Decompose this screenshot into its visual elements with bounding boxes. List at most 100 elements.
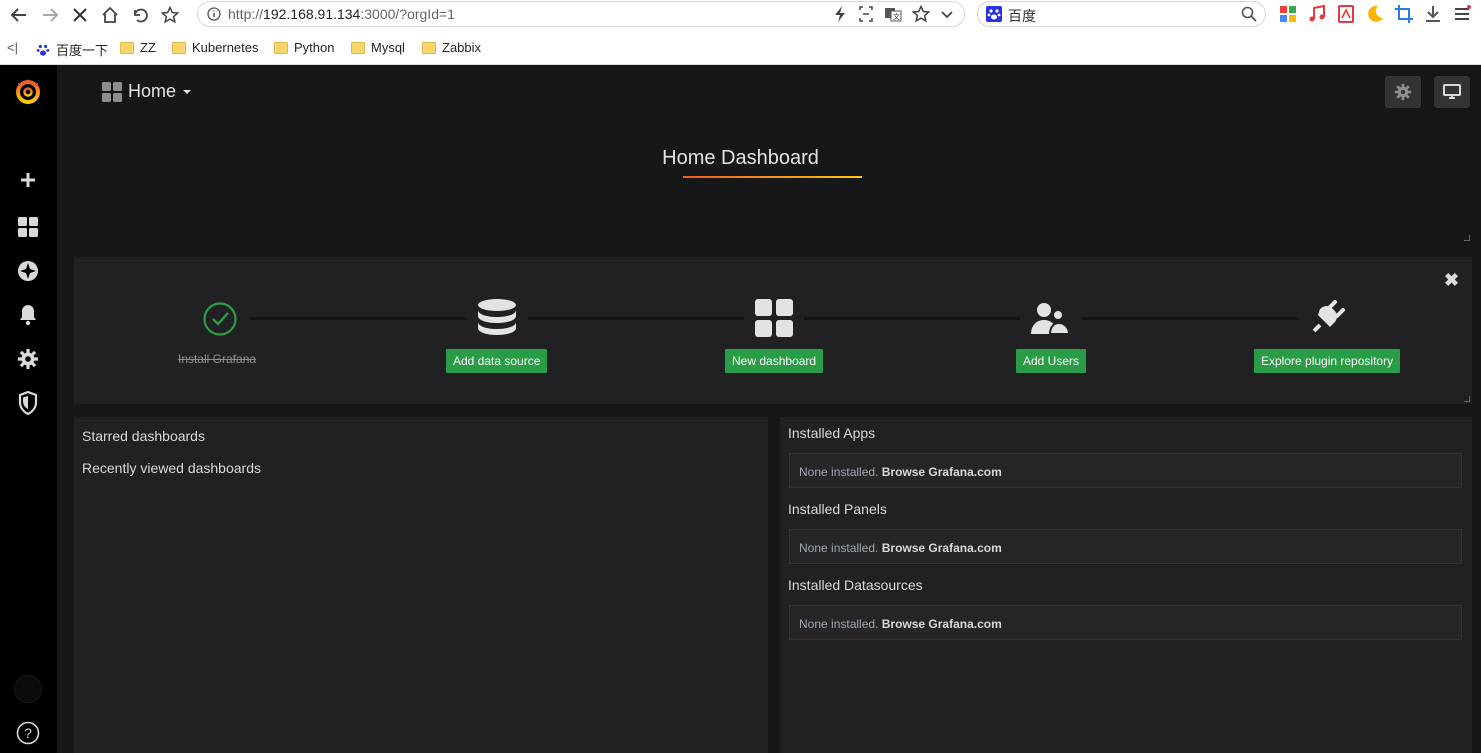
browser-toolbar: http://192.168.91.134:3000/?orgId=1 文 百度: [0, 0, 1481, 30]
chevron-down-icon[interactable]: [940, 5, 954, 23]
home-dashboard-title: Home Dashboard: [662, 147, 819, 169]
add-data-source-button[interactable]: Add data source: [446, 349, 548, 373]
home-icon: [102, 6, 118, 23]
gear-icon: [18, 349, 38, 369]
explore-menu-button[interactable]: [14, 257, 42, 285]
bookmark-label: 百度一下: [56, 43, 109, 58]
bookmark-folder-zz[interactable]: ZZ: [120, 40, 156, 55]
favorite-star-icon[interactable]: [912, 5, 930, 23]
text-panel: [74, 121, 1472, 247]
night-mode-icon[interactable]: [1365, 4, 1385, 24]
empty-text: None installed.: [799, 617, 879, 631]
folder-icon: [351, 41, 365, 54]
empty-text: None installed.: [799, 465, 879, 479]
baidu-paw-icon: [36, 44, 50, 56]
add-users-button[interactable]: Add Users: [1016, 349, 1087, 373]
forward-button[interactable]: [38, 3, 62, 27]
user-avatar-button[interactable]: [14, 675, 42, 703]
configuration-menu-button[interactable]: [14, 345, 42, 373]
step-install-grafana-label: Install Grafana: [178, 352, 257, 366]
svg-text:?: ?: [24, 725, 32, 741]
arrow-right-icon: [43, 8, 59, 22]
starred-dashboards-heading: Starred dashboards: [82, 428, 205, 444]
menu-icon[interactable]: [1452, 4, 1472, 24]
new-dashboard-button[interactable]: New dashboard: [725, 349, 824, 373]
step-connector: [804, 317, 1020, 320]
search-engine-label: 百度: [1008, 8, 1036, 24]
tv-mode-button[interactable]: [1434, 76, 1470, 108]
crop-icon[interactable]: [1394, 4, 1414, 24]
browser-chrome: http://192.168.91.134:3000/?orgId=1 文 百度: [0, 0, 1481, 65]
undo-icon: [134, 8, 148, 23]
step-connector: [250, 317, 466, 320]
browse-grafana-link[interactable]: Browse Grafana.com: [882, 541, 1002, 555]
info-icon: [207, 7, 221, 21]
address-bar-actions: 文: [832, 5, 954, 23]
explore-plugin-repository-button[interactable]: Explore plugin repository: [1254, 349, 1401, 373]
dashboard-picker-button[interactable]: Home: [102, 81, 192, 102]
create-menu-button[interactable]: [14, 166, 42, 194]
step-connector: [1082, 317, 1298, 320]
panel-resize-handle[interactable]: [1464, 235, 1470, 241]
help-icon: ?: [16, 721, 40, 745]
download-icon[interactable]: [1423, 4, 1443, 24]
installed-panels-empty-row: None installed. Browse Grafana.com: [789, 529, 1462, 564]
alerting-menu-button[interactable]: [14, 301, 42, 329]
music-icon[interactable]: [1307, 4, 1327, 24]
bookmark-folder-kubernetes[interactable]: Kubernetes: [172, 40, 259, 55]
recent-dashboards-heading: Recently viewed dashboards: [82, 460, 261, 476]
bookmark-label: Mysql: [371, 40, 405, 55]
installed-apps-empty-row: None installed. Browse Grafana.com: [789, 453, 1462, 488]
bookmark-folder-mysql[interactable]: Mysql: [351, 40, 405, 55]
address-bar[interactable]: http://192.168.91.134:3000/?orgId=1 文: [197, 1, 965, 27]
search-icon[interactable]: [1241, 6, 1257, 22]
empty-text: None installed.: [799, 541, 879, 555]
browse-grafana-link[interactable]: Browse Grafana.com: [882, 617, 1002, 631]
monitor-icon: [1443, 84, 1461, 99]
settings-button[interactable]: [1385, 76, 1421, 108]
browse-grafana-link[interactable]: Browse Grafana.com: [882, 465, 1002, 479]
database-icon: [476, 298, 518, 338]
svg-text:文: 文: [893, 12, 900, 21]
home-button[interactable]: [98, 3, 122, 27]
installed-datasources-empty-row: None installed. Browse Grafana.com: [789, 605, 1462, 640]
translate-icon[interactable]: 文: [884, 5, 902, 23]
apps-icon[interactable]: [1278, 4, 1298, 24]
close-icon[interactable]: ✖: [1444, 270, 1459, 291]
undo-button[interactable]: [128, 3, 152, 27]
bookmark-label: Kubernetes: [192, 40, 259, 55]
bookmarks-bar: <| 百度一下 ZZ Kubernetes Python Mysql Zabbi…: [0, 35, 1481, 61]
apps-grid-icon: [102, 81, 122, 102]
installed-apps-heading: Installed Apps: [788, 425, 876, 441]
url-text: http://192.168.91.134:3000/?orgId=1: [228, 6, 455, 22]
gear-icon: [1394, 83, 1412, 101]
bookmark-label: ZZ: [140, 40, 156, 55]
server-admin-menu-button[interactable]: [14, 389, 42, 417]
back-button[interactable]: [7, 3, 31, 27]
installed-panels-heading: Installed Panels: [788, 501, 887, 517]
bookmarks-collapse-button[interactable]: <|: [7, 40, 18, 55]
dashboard-grid-icon: [754, 298, 794, 338]
installed-datasources-heading: Installed Datasources: [788, 577, 923, 593]
plus-icon: [21, 173, 35, 187]
bookmark-baidu[interactable]: 百度一下: [36, 40, 108, 59]
help-menu-button[interactable]: ?: [14, 719, 42, 747]
plug-icon: [1308, 299, 1346, 337]
bookmark-folder-python[interactable]: Python: [274, 40, 334, 55]
shield-icon: [18, 391, 38, 415]
stop-button[interactable]: [68, 3, 92, 27]
dashboards-menu-button[interactable]: [14, 213, 42, 241]
panel-resize-handle[interactable]: [1464, 396, 1470, 402]
bookmark-star-button[interactable]: [158, 3, 182, 27]
search-box[interactable]: 百度: [977, 1, 1266, 27]
bookmark-folder-zabbix[interactable]: Zabbix: [422, 40, 481, 55]
dashboard-name: Home: [128, 81, 177, 101]
grafana-logo-button[interactable]: [14, 77, 42, 105]
lightning-icon[interactable]: [832, 5, 848, 23]
folder-icon: [172, 41, 186, 54]
screenshot-icon[interactable]: [858, 5, 874, 23]
baidu-paw-icon: [986, 6, 1002, 22]
pdf-icon[interactable]: [1336, 4, 1356, 24]
dashboard-navbar: Home: [57, 65, 1481, 121]
compass-icon: [18, 261, 38, 281]
